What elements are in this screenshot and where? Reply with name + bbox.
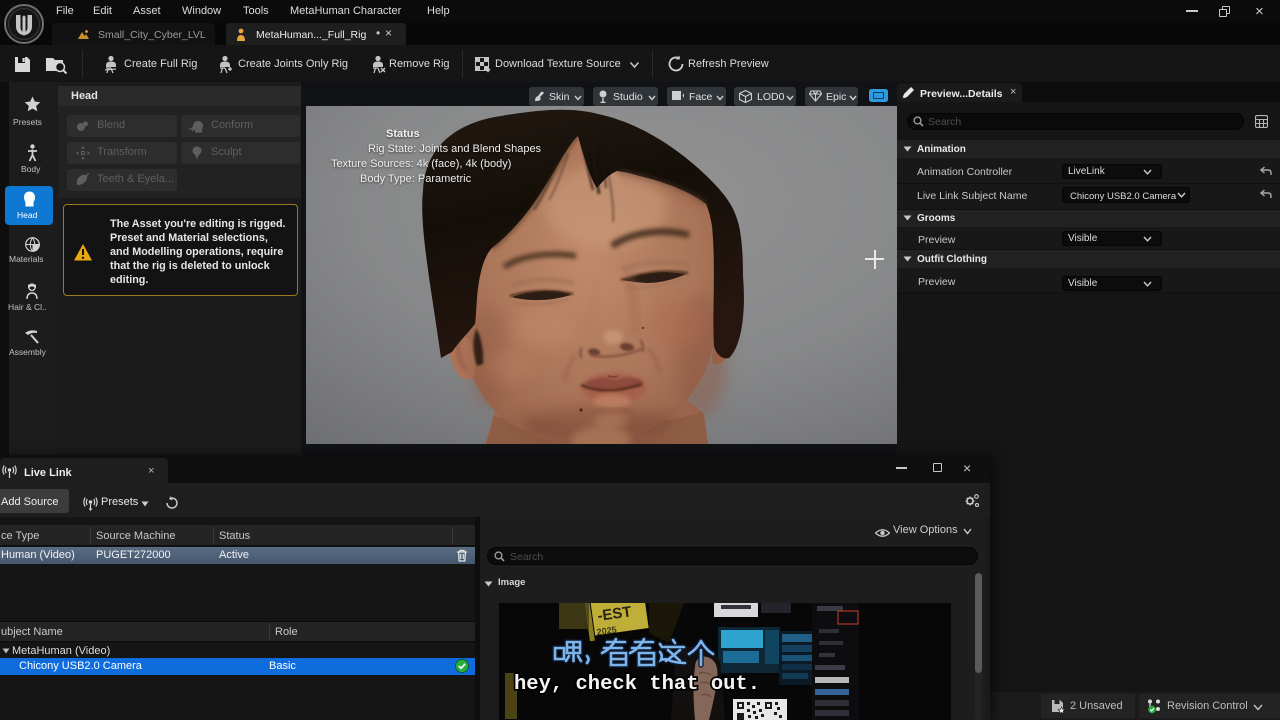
svg-text:hey, check that out.: hey, check that out. [514,673,760,696]
